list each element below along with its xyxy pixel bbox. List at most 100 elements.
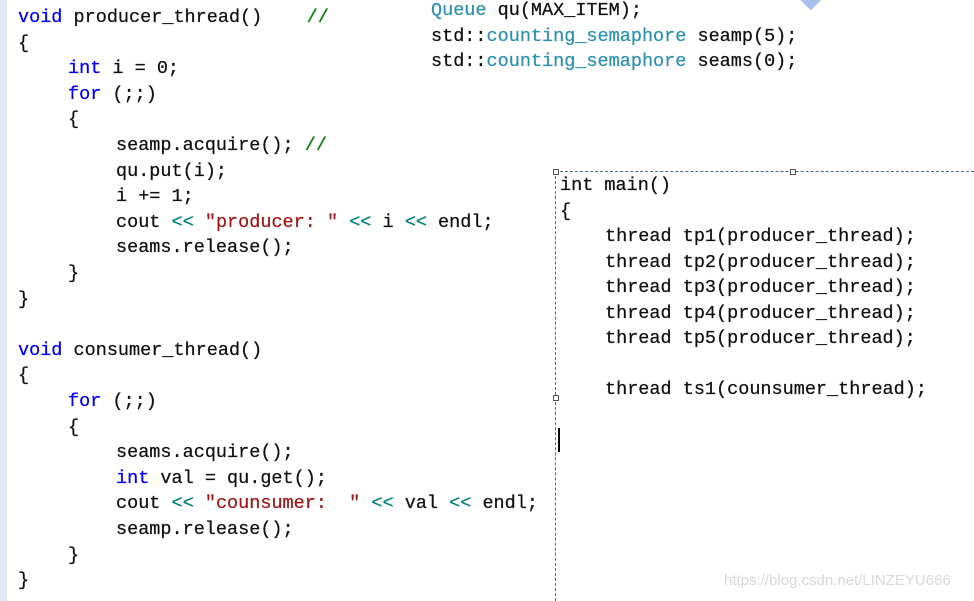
code-token: thread ts1(counsumer_thread); <box>605 379 927 400</box>
code-token: qu.put(i); <box>116 160 228 182</box>
code-token: consumer_thread() <box>62 339 263 361</box>
code-token: seams.acquire(); <box>116 442 294 464</box>
keyword: int <box>68 58 102 80</box>
code-line[interactable]: } <box>18 288 29 312</box>
code-token: i += 1; <box>116 186 194 208</box>
code-line[interactable]: seams.acquire(); <box>116 441 294 465</box>
code-line[interactable]: { <box>68 416 79 440</box>
code-token: thread tp2(producer_thread); <box>605 251 916 273</box>
code-line[interactable]: int i = 0; <box>68 57 179 81</box>
code-line[interactable]: std::counting_semaphore seamp(5); <box>431 25 798 49</box>
code-token: thread tp5(producer_thread); <box>605 328 916 349</box>
resize-handle[interactable] <box>790 169 796 175</box>
code-line[interactable]: std::counting_semaphore seams(0); <box>431 50 798 74</box>
code-line[interactable]: int main() <box>560 174 671 198</box>
operator: << <box>371 493 394 515</box>
operator: << <box>171 211 194 233</box>
code-line[interactable]: thread ts1(counsumer_thread); <box>605 378 927 402</box>
code-token: seamp.release(); <box>116 519 294 540</box>
operator: << <box>449 493 472 515</box>
keyword: int <box>116 467 150 489</box>
resize-handle[interactable] <box>553 169 559 175</box>
code-token: cout <box>116 211 172 233</box>
code-line[interactable]: for (;;) <box>68 83 157 107</box>
code-line[interactable]: thread tp3(producer_thread); <box>605 276 916 300</box>
textbox-left-border <box>555 171 556 601</box>
code-line[interactable]: } <box>68 544 79 568</box>
keyword: void <box>18 339 63 361</box>
code-line[interactable]: seamp.acquire(); // <box>116 134 327 158</box>
code-line[interactable]: void producer_thread() // <box>18 6 329 30</box>
code-line[interactable]: for (;;) <box>68 390 157 414</box>
keyword: void <box>18 7 63 28</box>
code-token: std:: <box>431 51 487 73</box>
code-token: val = qu.get(); <box>149 467 327 489</box>
code-token: { <box>68 416 80 438</box>
code-token: } <box>68 263 80 284</box>
operator: << <box>404 211 427 233</box>
resize-handle[interactable] <box>553 395 559 401</box>
code-line[interactable]: thread tp5(producer_thread); <box>605 327 916 351</box>
string-literal: "counsumer: " <box>204 493 361 515</box>
code-line[interactable]: seamp.release(); <box>116 518 294 542</box>
code-token: thread tp3(producer_thread); <box>605 277 916 298</box>
code-line[interactable]: cout << "counsumer: " << val << endl; <box>116 492 538 516</box>
code-token: seams.release(); <box>116 237 294 259</box>
code-token: } <box>18 570 30 592</box>
code-line[interactable]: } <box>68 262 79 286</box>
code-line[interactable]: Queue qu(MAX_ITEM); <box>431 0 642 23</box>
code-token: endl; <box>471 493 538 515</box>
keyword: for <box>68 83 102 105</box>
code-token: seamp(5); <box>686 25 798 47</box>
code-line[interactable]: { <box>68 108 79 132</box>
code-line[interactable]: qu.put(i); <box>116 160 227 184</box>
code-line[interactable]: { <box>560 200 571 224</box>
code-token: i = 0; <box>101 58 180 80</box>
code-token: seamp.acquire(); <box>116 135 305 156</box>
watermark: https://blog.csdn.net/LINZEYU666 <box>724 572 951 589</box>
operator: << <box>171 493 194 515</box>
code-line[interactable]: thread tp2(producer_thread); <box>605 251 916 275</box>
code-line[interactable]: i += 1; <box>116 185 194 209</box>
code-token: std:: <box>431 25 487 47</box>
code-token: (;;) <box>101 391 157 412</box>
code-line[interactable]: thread tp4(producer_thread); <box>605 302 916 326</box>
code-token: endl; <box>426 211 494 233</box>
code-line[interactable]: { <box>18 32 29 56</box>
corner-decoration <box>796 0 824 11</box>
code-token: { <box>560 200 572 222</box>
text-caret <box>558 428 560 452</box>
code-line[interactable]: cout << "producer: " << i << endl; <box>116 211 494 235</box>
type-name: counting_semaphore <box>486 25 687 47</box>
code-line[interactable]: } <box>18 569 29 593</box>
type-name: Queue <box>431 0 487 21</box>
code-token: i <box>371 211 405 233</box>
code-line[interactable]: int val = qu.get(); <box>116 467 327 491</box>
type-name: counting_semaphore <box>486 51 687 73</box>
code-token: } <box>18 288 30 310</box>
comment: // <box>304 135 327 156</box>
code-token: thread tp4(producer_thread); <box>605 302 916 324</box>
code-line[interactable]: seams.release(); <box>116 236 294 260</box>
code-token: val <box>393 493 450 515</box>
code-token: cout <box>116 493 172 515</box>
code-token: seams(0); <box>686 51 798 73</box>
code-token: thread tp1(producer_thread); <box>605 226 916 247</box>
textbox-top-border <box>555 171 974 172</box>
code-token: { <box>18 32 30 54</box>
keyword: for <box>68 391 102 412</box>
comment: // <box>306 7 329 28</box>
code-token: } <box>68 544 80 566</box>
code-token: producer_thread() <box>62 7 307 28</box>
code-line[interactable]: void consumer_thread() <box>18 339 263 363</box>
code-token: int main() <box>560 175 672 196</box>
code-line[interactable]: thread tp1(producer_thread); <box>605 225 916 249</box>
code-line[interactable]: { <box>18 364 29 388</box>
code-token: (;;) <box>101 83 157 105</box>
left-margin-strip <box>0 0 7 601</box>
operator: << <box>349 211 372 233</box>
